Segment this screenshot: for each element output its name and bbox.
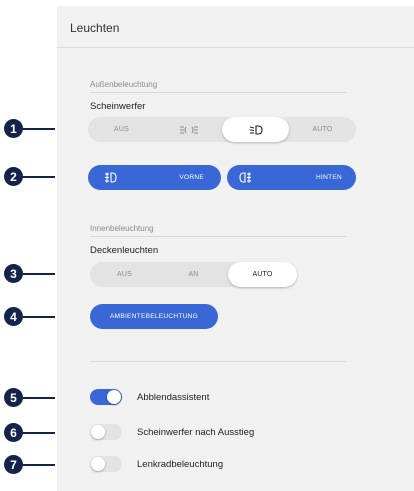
page-title: Leuchten (70, 21, 120, 35)
headlights-option-off-label: AUS (114, 126, 129, 133)
toggle-knob (107, 390, 121, 404)
parking-light-icon (179, 126, 198, 133)
ambient-lighting-label: AMBIENTEBELEUCHTUNG (109, 313, 199, 320)
toggle-label-steering-wheel-light: Lenkradbeleuchtung (137, 459, 224, 470)
ceiling-lights-selector: AUS AN AUTO (90, 262, 297, 287)
headlights-selector: AUS AUTO (88, 117, 356, 142)
callout-marker: 4 (4, 307, 23, 326)
headlights-option-off[interactable]: AUS (88, 117, 155, 142)
front-fog-light-icon (105, 172, 117, 183)
ceiling-option-auto-label: AUTO (252, 271, 273, 278)
toggle-knob (91, 457, 105, 471)
ambient-lighting-button[interactable]: AMBIENTEBELEUCHTUNG (90, 304, 218, 329)
callout-marker: 5 (4, 388, 23, 407)
divider (90, 361, 346, 362)
headlights-option-low-beam[interactable] (222, 117, 289, 142)
low-beam-icon (249, 124, 263, 135)
rear-fog-button[interactable]: HINTEN (227, 165, 356, 190)
ceiling-option-auto[interactable]: AUTO (228, 262, 297, 287)
callout-leader (23, 397, 55, 399)
callout-leader (23, 176, 55, 178)
headlights-option-auto-label: AUTO (312, 126, 333, 133)
callout-marker: 3 (4, 264, 23, 283)
rear-fog-light-icon (239, 172, 251, 183)
toggle-headlights-after-exit[interactable] (90, 424, 122, 440)
callout-leader (23, 273, 55, 275)
divider (90, 92, 346, 93)
callout-leader (23, 464, 55, 466)
headlights-label: Scheinwerfer (90, 101, 146, 112)
callout-leader (23, 128, 55, 130)
callout-leader (23, 432, 55, 434)
toggle-label-headlights-after-exit: Scheinwerfer nach Ausstieg (137, 427, 255, 438)
ceiling-option-off[interactable]: AUS (90, 262, 159, 287)
headlights-option-auto[interactable]: AUTO (289, 117, 356, 142)
toggle-high-beam-assist[interactable] (90, 389, 122, 405)
front-fog-button[interactable]: VORNE (88, 165, 221, 190)
toggle-knob (91, 425, 105, 439)
ceiling-lights-label: Deckenleuchten (90, 245, 159, 256)
callout-leader (23, 316, 55, 318)
toggle-label-high-beam-assist: Abblendassistent (137, 392, 210, 403)
section-label-exterior: Außenbeleuchtung (90, 80, 158, 89)
front-fog-label: VORNE (179, 174, 204, 181)
section-label-interior: Innenbeleuchtung (90, 224, 154, 233)
toggle-steering-wheel-light[interactable] (90, 456, 122, 472)
headlights-option-parking[interactable] (155, 117, 222, 142)
divider (90, 236, 346, 237)
callout-marker: 6 (4, 423, 23, 442)
callout-marker: 1 (4, 119, 23, 138)
ceiling-option-on[interactable]: AN (159, 262, 228, 287)
callout-marker: 7 (4, 455, 23, 474)
callout-marker: 2 (4, 167, 23, 186)
ceiling-option-off-label: AUS (117, 271, 132, 278)
ceiling-option-on-label: AN (188, 271, 199, 278)
rear-fog-label: HINTEN (316, 174, 342, 181)
